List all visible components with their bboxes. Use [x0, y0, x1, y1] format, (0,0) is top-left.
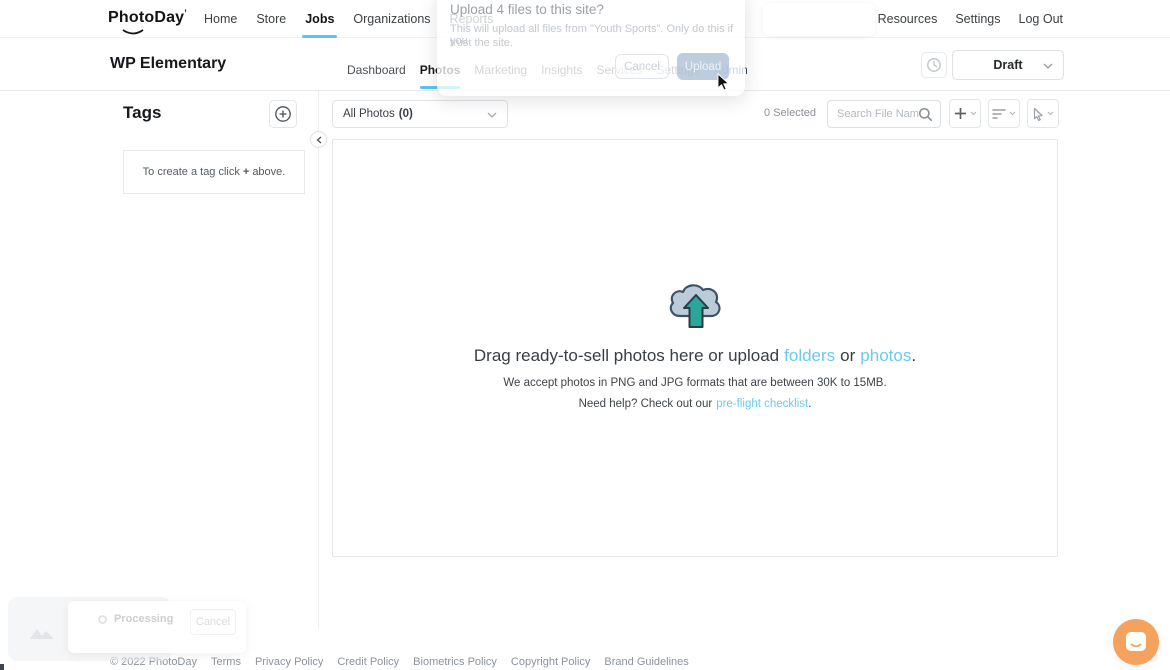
add-photos-button[interactable] — [949, 99, 981, 128]
plus-icon — [954, 107, 967, 120]
file-search — [827, 100, 941, 128]
toast-status-label: Processing — [114, 613, 173, 625]
footer-link-biometrics-policy[interactable]: Biometrics Policy — [413, 656, 497, 668]
cursor-arrow-icon — [1032, 107, 1044, 121]
browser-upload-dialog: Upload 4 files to this site? This will u… — [437, 0, 745, 96]
chat-widget-button[interactable] — [1113, 619, 1159, 665]
collapse-sidebar-button[interactable] — [310, 131, 327, 148]
tags-panel-title: Tags — [123, 103, 161, 123]
chevron-down-icon — [1009, 111, 1016, 116]
active-nav-underline — [302, 35, 337, 38]
sort-lines-icon — [992, 108, 1006, 120]
sidebar-divider — [318, 91, 319, 629]
photo-filter-value: All Photos — [343, 108, 395, 120]
tags-empty-note: To create a tag click+above. — [123, 150, 305, 194]
nav-item-resources[interactable]: Resources — [878, 0, 938, 38]
sort-button[interactable] — [988, 99, 1020, 128]
job-status-dropdown[interactable]: Draft — [952, 50, 1064, 80]
upload-folders-link[interactable]: folders — [784, 346, 835, 365]
chevron-down-icon — [1043, 63, 1053, 69]
preflight-checklist-link[interactable]: pre-flight checklist — [716, 398, 808, 410]
dropzone-heading: Drag ready-to-sell photos here or upload… — [333, 346, 1057, 366]
circle-plus-icon — [274, 105, 292, 123]
chat-bubble-icon — [1124, 631, 1148, 653]
footer-link-credit-policy[interactable]: Credit Policy — [337, 656, 399, 668]
fading-overlay-card — [763, 3, 875, 36]
processing-toast: Processing Cancel — [8, 595, 242, 663]
logo-smile-icon — [121, 29, 145, 37]
chevron-left-icon — [316, 136, 322, 144]
upload-photos-link[interactable]: photos — [860, 346, 911, 365]
dialog-title: Upload 4 files to this site? — [450, 2, 604, 17]
nav-item-store[interactable]: Store — [256, 0, 286, 38]
help-text: Need help? Check out ourpre-flight check… — [333, 398, 1057, 410]
corner-artifact — [0, 664, 4, 670]
spinner-icon — [98, 615, 107, 624]
photoday-app: PhotoDay’ Home Store Jobs Organizations … — [0, 0, 1170, 670]
photo-filter-dropdown[interactable]: All Photos (0) — [332, 100, 508, 128]
chevron-down-icon — [487, 112, 497, 118]
toast-cancel-button[interactable]: Cancel — [190, 609, 236, 635]
mouse-cursor — [716, 73, 732, 91]
clock-icon — [926, 57, 942, 73]
dialog-cancel-button[interactable]: Cancel — [615, 54, 669, 79]
footer-link-brand-guidelines[interactable]: Brand Guidelines — [604, 656, 688, 668]
add-tag-button[interactable] — [269, 100, 297, 128]
page-title: WP Elementary — [110, 55, 226, 73]
chevron-down-icon — [970, 111, 977, 116]
dialog-body-line2: trust the site. — [450, 37, 513, 49]
cloud-upload-icon — [667, 278, 723, 330]
logo-mark: ’ — [184, 8, 187, 18]
footer-link-copyright-policy[interactable]: Copyright Policy — [511, 656, 590, 668]
toast-status-card: Processing Cancel — [68, 601, 246, 653]
logo-text: PhotoDay — [108, 9, 184, 26]
nav-item-home[interactable]: Home — [204, 0, 237, 38]
search-icon — [918, 107, 933, 122]
accepted-formats-text: We accept photos in PNG and JPG formats … — [333, 377, 1057, 389]
photo-dropzone[interactable]: Drag ready-to-sell photos here or upload… — [332, 139, 1058, 557]
nav-item-logout[interactable]: Log Out — [1019, 0, 1063, 38]
selected-count-label: 0 Selected — [748, 107, 816, 119]
photoday-logo[interactable]: PhotoDay’ — [108, 9, 187, 27]
job-status-value: Draft — [993, 58, 1022, 72]
nav-item-organizations[interactable]: Organizations — [353, 0, 430, 38]
image-placeholder-icon — [28, 621, 56, 641]
footer-link-privacy-policy[interactable]: Privacy Policy — [255, 656, 323, 668]
search-input[interactable] — [837, 102, 921, 126]
photo-filter-count: (0) — [399, 108, 413, 120]
nav-item-jobs[interactable]: Jobs — [305, 0, 334, 38]
history-button[interactable] — [921, 52, 947, 78]
nav-item-settings[interactable]: Settings — [955, 0, 1000, 38]
secondary-nav: Resources Settings Log Out — [878, 0, 1063, 38]
tab-dashboard[interactable]: Dashboard — [347, 50, 406, 90]
select-mode-button[interactable] — [1027, 99, 1059, 128]
chevron-down-icon — [1047, 111, 1054, 116]
